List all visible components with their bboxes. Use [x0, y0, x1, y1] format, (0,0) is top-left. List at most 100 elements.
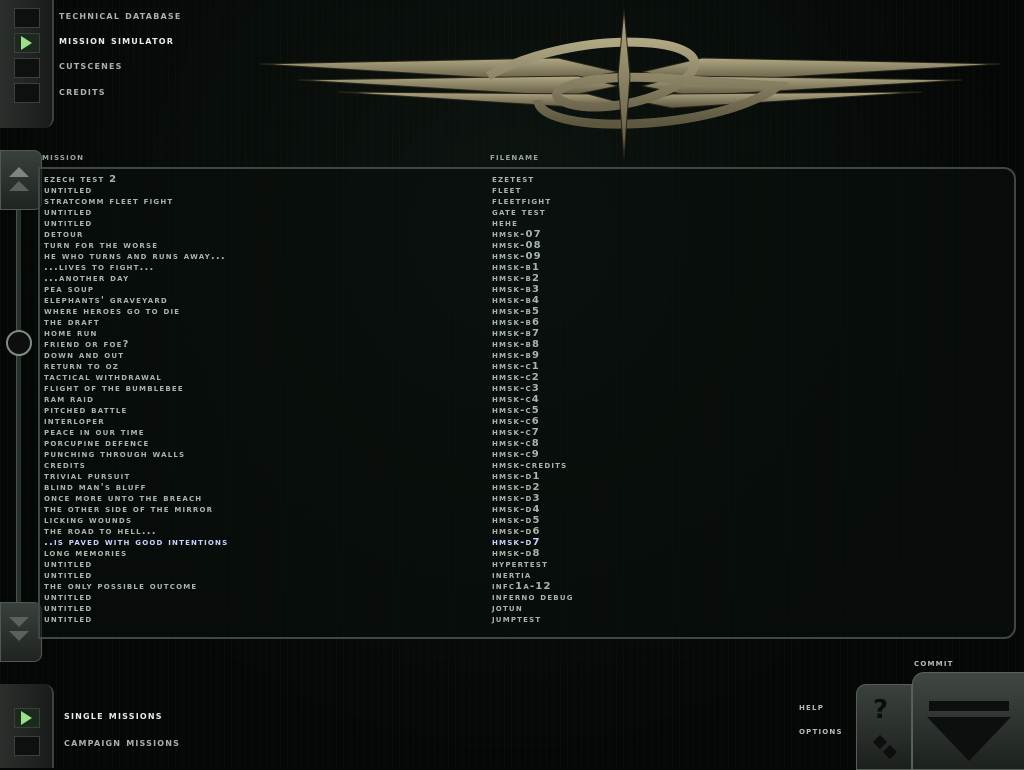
question-mark-icon: ?: [873, 695, 889, 725]
mission-row[interactable]: Blind Man's Bluff Hmsk-D2: [40, 482, 1014, 493]
top-nav-technical-database[interactable]: Technical Database: [59, 9, 182, 22]
mission-row[interactable]: Licking Wounds Hmsk-D5: [40, 515, 1014, 526]
tab-single-missions[interactable]: Single Missions: [64, 709, 163, 722]
mission-name: Interloper: [44, 416, 105, 427]
mission-row[interactable]: Pitched Battle Hmsk-C5: [40, 405, 1014, 416]
scroll-thumb[interactable]: [6, 330, 32, 356]
winged-emblem-logo: [259, 9, 1001, 159]
nav-slot-credits[interactable]: [14, 83, 40, 103]
list-scrollbar[interactable]: [0, 150, 42, 662]
mission-filename: Hmsk-07: [492, 229, 542, 240]
mission-filename: Hmsk-09: [492, 251, 542, 262]
mission-name: Down and Out: [44, 350, 125, 361]
mission-row[interactable]: Once More Unto the Breach Hmsk-D3: [40, 493, 1014, 504]
scroll-down-button[interactable]: [0, 602, 42, 662]
mission-filename: Jotun: [492, 603, 523, 614]
mission-row[interactable]: Untitled jumptest: [40, 614, 1014, 625]
mission-row[interactable]: Trivial Pursuit Hmsk-D1: [40, 471, 1014, 482]
mission-row[interactable]: Long Memories Hmsk-D8: [40, 548, 1014, 559]
mission-row[interactable]: Down and Out Hmsk-B9: [40, 350, 1014, 361]
mission-row[interactable]: Ram Raid Hmsk-C4: [40, 394, 1014, 405]
options-label[interactable]: Options: [799, 726, 843, 737]
chevron-down-icon: [9, 631, 29, 641]
mission-name: ..is paved with good intentions: [44, 537, 229, 548]
mission-row[interactable]: Peace in our Time Hmsk-C7: [40, 427, 1014, 438]
mission-row[interactable]: Punching Through Walls Hmsk-C9: [40, 449, 1014, 460]
nav-slot-mission-simulator[interactable]: [14, 33, 40, 53]
mission-filename: Hehe: [492, 218, 519, 229]
mission-row[interactable]: Detour Hmsk-07: [40, 229, 1014, 240]
mission-filename: Hmsk-B8: [492, 339, 541, 350]
nav-slot-single-missions[interactable]: [14, 708, 40, 728]
top-nav-cutscenes[interactable]: Cutscenes: [59, 59, 123, 72]
mission-row[interactable]: Untitled fleet: [40, 185, 1014, 196]
mission-row[interactable]: Pea Soup Hmsk-B3: [40, 284, 1014, 295]
mission-row[interactable]: Credits Hmsk-Credits: [40, 460, 1014, 471]
bottom-nav-rail: [0, 684, 54, 768]
mission-filename: fleetfight: [492, 196, 552, 207]
mission-filename: Hmsk-C7: [492, 427, 540, 438]
mission-name: Tactical Withdrawal: [44, 372, 163, 383]
mission-row[interactable]: The Other Side of the Mirror Hmsk-D4: [40, 504, 1014, 515]
mission-name: The Other Side of the Mirror: [44, 504, 214, 515]
mission-row[interactable]: Ezech Test 2 eZeTest: [40, 174, 1014, 185]
mission-filename: jumptest: [492, 614, 542, 625]
tab-campaign-missions[interactable]: Campaign Missions: [64, 736, 180, 749]
mission-name: Untitled: [44, 603, 93, 614]
commit-label: Commit: [914, 658, 954, 669]
mission-row[interactable]: Return to Oz Hmsk-C1: [40, 361, 1014, 372]
help-label[interactable]: Help: [799, 702, 824, 713]
mission-filename: INFC1A-12: [492, 581, 552, 592]
mission-filename: Hmsk-C9: [492, 449, 540, 460]
mission-filename: eZeTest: [492, 174, 535, 185]
mission-name: The Draft: [44, 317, 100, 328]
mission-row[interactable]: Untitled Hehe: [40, 218, 1014, 229]
mission-row[interactable]: Untitled Jotun: [40, 603, 1014, 614]
mission-row[interactable]: He who turns and runs away... Hmsk-09: [40, 251, 1014, 262]
mission-row[interactable]: The only possible outcome INFC1A-12: [40, 581, 1014, 592]
mission-row[interactable]: Friend or Foe? Hmsk-B8: [40, 339, 1014, 350]
column-header-mission[interactable]: Mission: [42, 152, 84, 163]
mission-name: Elephants' Graveyard: [44, 295, 168, 306]
mission-name: Pitched Battle: [44, 405, 128, 416]
mission-filename: Hmsk-B3: [492, 284, 541, 295]
mission-name: The Road to Hell...: [44, 526, 157, 537]
mission-row[interactable]: Home Run Hmsk-B7: [40, 328, 1014, 339]
mission-filename: Hmsk-D7: [492, 537, 541, 548]
mission-row[interactable]: Porcupine Defence Hmsk-C8: [40, 438, 1014, 449]
mission-row[interactable]: Elephants' Graveyard Hmsk-B4: [40, 295, 1014, 306]
mission-row[interactable]: ...lives to fight... Hmsk-B1: [40, 262, 1014, 273]
mission-name: Turn for the Worse: [44, 240, 159, 251]
mission-row[interactable]: Flight of the Bumblebee Hmsk-C3: [40, 383, 1014, 394]
scroll-track[interactable]: [16, 200, 21, 602]
mission-row[interactable]: Untitled Inferno Debug: [40, 592, 1014, 603]
mission-row[interactable]: Turn for the Worse Hmsk-08: [40, 240, 1014, 251]
mission-row[interactable]: Untitled gate test: [40, 207, 1014, 218]
mission-row[interactable]: ...another day Hmsk-B2: [40, 273, 1014, 284]
mission-name: Detour: [44, 229, 84, 240]
top-nav-mission-simulator[interactable]: Mission Simulator: [59, 34, 174, 47]
mission-name: ...lives to fight...: [44, 262, 155, 273]
scroll-up-button[interactable]: [0, 150, 42, 210]
mission-name: Blind Man's Bluff: [44, 482, 147, 493]
mission-name: Untitled: [44, 207, 93, 218]
mission-row[interactable]: Interloper Hmsk-C6: [40, 416, 1014, 427]
column-header-filename[interactable]: Filename: [490, 152, 539, 163]
mission-row[interactable]: StratComm Fleet Fight fleetfight: [40, 196, 1014, 207]
help-options-button-plate[interactable]: ?: [856, 684, 912, 770]
nav-slot-technical-database[interactable]: [14, 8, 40, 28]
top-nav-credits[interactable]: Credits: [59, 85, 106, 98]
mission-row[interactable]: ..is paved with good intentions Hmsk-D7: [40, 537, 1014, 548]
mission-row[interactable]: Where Heroes Go To Die Hmsk-B5: [40, 306, 1014, 317]
mission-row[interactable]: Tactical Withdrawal Hmsk-C2: [40, 372, 1014, 383]
mission-row[interactable]: Untitled inertia: [40, 570, 1014, 581]
nav-slot-cutscenes[interactable]: [14, 58, 40, 78]
nav-slot-campaign-missions[interactable]: [14, 736, 40, 756]
mission-list-panel: Ezech Test 2 eZeTest Untitled fleet StratCom…: [38, 167, 1016, 639]
mission-filename: Hmsk-C3: [492, 383, 540, 394]
mission-row[interactable]: Untitled HyperTest: [40, 559, 1014, 570]
mission-row[interactable]: The Draft Hmsk-B6: [40, 317, 1014, 328]
options-diamond-icon: [882, 744, 898, 760]
mission-row[interactable]: The Road to Hell... Hmsk-D6: [40, 526, 1014, 537]
commit-button[interactable]: [912, 672, 1024, 770]
